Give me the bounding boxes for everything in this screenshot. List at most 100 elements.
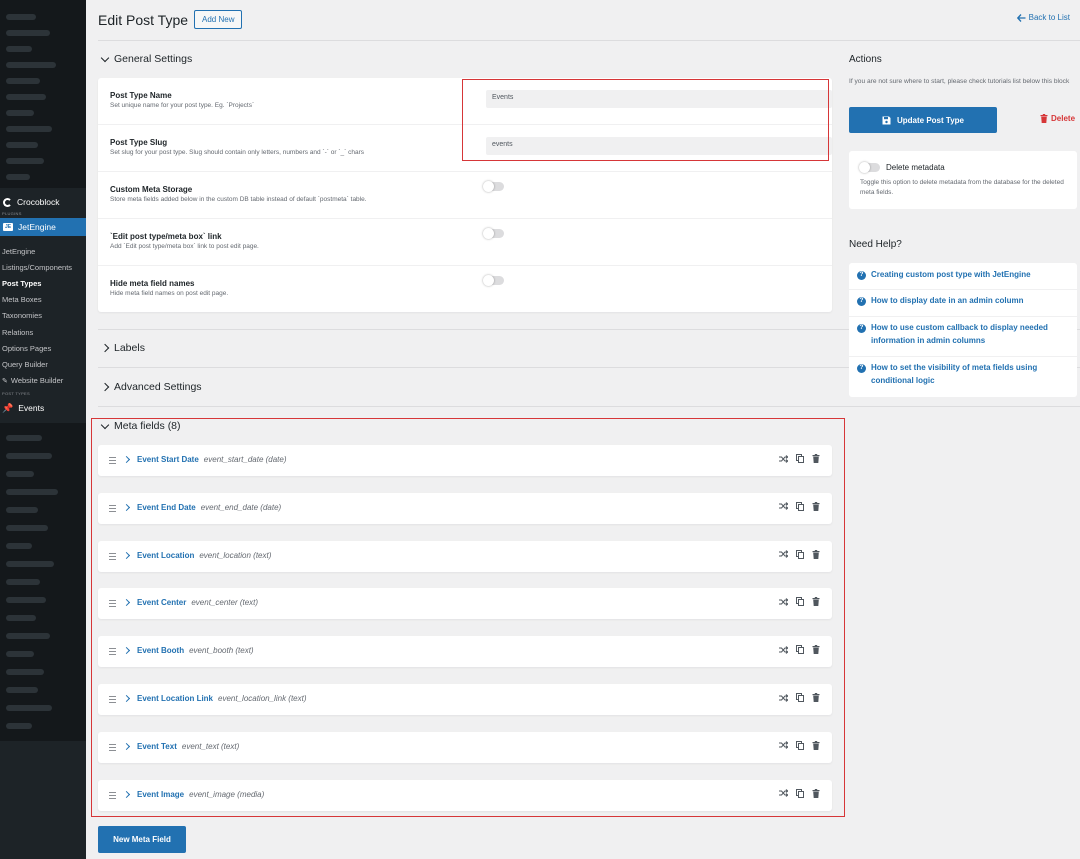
shuffle-icon[interactable] xyxy=(779,789,788,797)
section-title: Meta fields (8) xyxy=(114,420,181,432)
delete-metadata-toggle[interactable] xyxy=(859,162,880,173)
trash-icon[interactable] xyxy=(812,693,820,702)
divider xyxy=(98,406,1080,407)
field-label: Post Type Name xyxy=(110,91,172,100)
chevron-right-icon[interactable] xyxy=(122,503,131,511)
meta-field-row[interactable]: Event End Date event_end_date (date) xyxy=(98,492,832,524)
meta-field-row[interactable]: Event Text event_text (text) xyxy=(98,731,832,763)
chevron-right-icon[interactable] xyxy=(122,694,131,703)
custom-meta-storage-toggle[interactable] xyxy=(483,181,504,192)
copy-icon[interactable] xyxy=(796,501,804,511)
trash-icon[interactable] xyxy=(812,549,820,559)
meta-field-title[interactable]: Event End Date event_end_date (date) xyxy=(137,503,281,512)
trash-icon[interactable] xyxy=(812,788,820,798)
copy-icon[interactable] xyxy=(796,549,804,559)
post-type-name-input[interactable]: Events xyxy=(486,90,832,108)
sidebar-item-query-builder[interactable]: Query Builder xyxy=(2,356,86,372)
drag-handle-icon[interactable] xyxy=(109,648,116,656)
trash-icon[interactable] xyxy=(812,740,820,750)
copy-icon[interactable] xyxy=(796,788,804,798)
new-meta-field-button[interactable]: New Meta Field xyxy=(98,826,186,853)
drag-handle-icon[interactable] xyxy=(109,457,116,464)
sidebar-item-crocoblock[interactable]: Crocoblock xyxy=(0,194,86,210)
drag-handle-icon[interactable] xyxy=(109,696,116,703)
copy-icon[interactable] xyxy=(796,597,804,607)
labels-toggle[interactable]: Labels xyxy=(100,342,145,354)
post-type-slug-input[interactable]: events xyxy=(486,137,832,155)
chevron-right-icon xyxy=(100,343,110,353)
chevron-right-icon[interactable] xyxy=(122,599,131,607)
sidebar-item-events[interactable]: 📌 Events xyxy=(0,400,86,416)
drag-handle-icon[interactable] xyxy=(109,552,116,560)
drag-handle-icon[interactable] xyxy=(109,743,116,751)
help-link[interactable]: ? How to display date in an admin column xyxy=(857,295,1072,308)
meta-field-title[interactable]: Event Location event_location (text) xyxy=(137,551,271,560)
sidebar-item-listings[interactable]: Listings/Components xyxy=(2,259,86,275)
shuffle-icon[interactable] xyxy=(779,550,788,558)
need-help-title: Need Help? xyxy=(849,239,902,250)
drag-handle-icon[interactable] xyxy=(109,504,116,512)
meta-field-row[interactable]: Event Booth event_booth (text) xyxy=(98,636,832,668)
field-description: Store meta fields added below in the cus… xyxy=(110,196,367,203)
chevron-right-icon[interactable] xyxy=(122,742,131,750)
drag-handle-icon[interactable] xyxy=(109,600,116,608)
meta-field-label: Event Booth xyxy=(137,646,185,656)
help-link[interactable]: ? How to use custom callback to display … xyxy=(857,322,1072,348)
meta-field-title[interactable]: Event Image event_image (media) xyxy=(137,790,264,799)
sidebar-item-taxonomies[interactable]: Taxonomies xyxy=(2,308,86,324)
meta-field-row[interactable]: Event Start Date event_start_date (date) xyxy=(98,445,832,476)
sidebar-item-jetengine[interactable]: JetEngine xyxy=(2,243,86,259)
meta-field-title[interactable]: Event Start Date event_start_date (date) xyxy=(137,455,287,464)
meta-field-row[interactable]: Event Location Link event_location_link (… xyxy=(98,684,832,715)
meta-field-title[interactable]: Event Booth event_booth (text) xyxy=(137,646,254,655)
add-new-button[interactable]: Add New xyxy=(194,10,243,29)
help-link[interactable]: ? Creating custom post type with JetEngi… xyxy=(857,269,1072,282)
copy-icon[interactable] xyxy=(796,693,804,702)
meta-field-label: Event Start Date xyxy=(137,455,199,464)
chevron-right-icon[interactable] xyxy=(122,790,131,798)
copy-icon[interactable] xyxy=(796,740,804,750)
meta-field-row[interactable]: Event Image event_image (media) xyxy=(98,779,832,811)
hide-meta-names-toggle[interactable] xyxy=(483,275,504,286)
meta-field-title[interactable]: Event Center event_center (text) xyxy=(137,598,258,607)
advanced-settings-toggle[interactable]: Advanced Settings xyxy=(100,381,202,393)
shuffle-icon[interactable] xyxy=(779,741,788,750)
meta-field-title[interactable]: Event Text event_text (text) xyxy=(137,742,239,751)
sidebar-item-post-types[interactable]: Post Types xyxy=(2,275,86,291)
meta-field-row[interactable]: Event Location event_location (text) xyxy=(98,540,832,572)
chevron-right-icon[interactable] xyxy=(122,455,131,464)
help-link[interactable]: ? How to set the visibility of meta fiel… xyxy=(857,362,1072,388)
field-label: Hide meta field names xyxy=(110,279,195,288)
sidebar-submenu: JetEngine Listings/Components Post Types… xyxy=(2,243,86,389)
sidebar-item-options-pages[interactable]: Options Pages xyxy=(2,340,86,356)
drag-handle-icon[interactable] xyxy=(109,791,116,799)
edit-link-toggle[interactable] xyxy=(483,228,504,239)
shuffle-icon[interactable] xyxy=(779,454,788,463)
shuffle-icon[interactable] xyxy=(779,598,788,606)
back-to-list-link[interactable]: Back to List xyxy=(1016,13,1070,22)
magic-wand-icon: ✎ xyxy=(2,377,8,385)
copy-icon[interactable] xyxy=(796,645,804,655)
trash-icon[interactable] xyxy=(812,645,820,655)
delete-post-type-button[interactable]: Delete xyxy=(1040,114,1075,123)
shuffle-icon[interactable] xyxy=(779,502,788,511)
copy-icon[interactable] xyxy=(796,454,804,463)
sidebar-blurred-menu-top xyxy=(0,0,86,188)
meta-fields-toggle[interactable]: Meta fields (8) xyxy=(100,420,181,432)
trash-icon[interactable] xyxy=(812,454,820,463)
meta-field-row[interactable]: Event Center event_center (text) xyxy=(98,588,832,620)
trash-icon[interactable] xyxy=(812,501,820,511)
shuffle-icon[interactable] xyxy=(779,645,788,654)
sidebar-item-jetengine-active[interactable]: JE JetEngine xyxy=(0,218,86,236)
trash-icon[interactable] xyxy=(812,597,820,607)
sidebar-item-website-builder[interactable]: ✎ Website Builder xyxy=(2,373,86,389)
sidebar-item-meta-boxes[interactable]: Meta Boxes xyxy=(2,292,86,308)
general-settings-toggle[interactable]: General Settings xyxy=(100,53,192,65)
meta-field-title[interactable]: Event Location Link event_location_link (… xyxy=(137,694,307,703)
update-post-type-button[interactable]: Update Post Type xyxy=(849,107,997,133)
shuffle-icon[interactable] xyxy=(779,693,788,702)
chevron-right-icon[interactable] xyxy=(122,551,131,559)
sidebar-item-relations[interactable]: Relations xyxy=(2,324,86,340)
help-link-label: How to display date in an admin column xyxy=(871,296,1024,305)
chevron-right-icon[interactable] xyxy=(122,647,131,655)
